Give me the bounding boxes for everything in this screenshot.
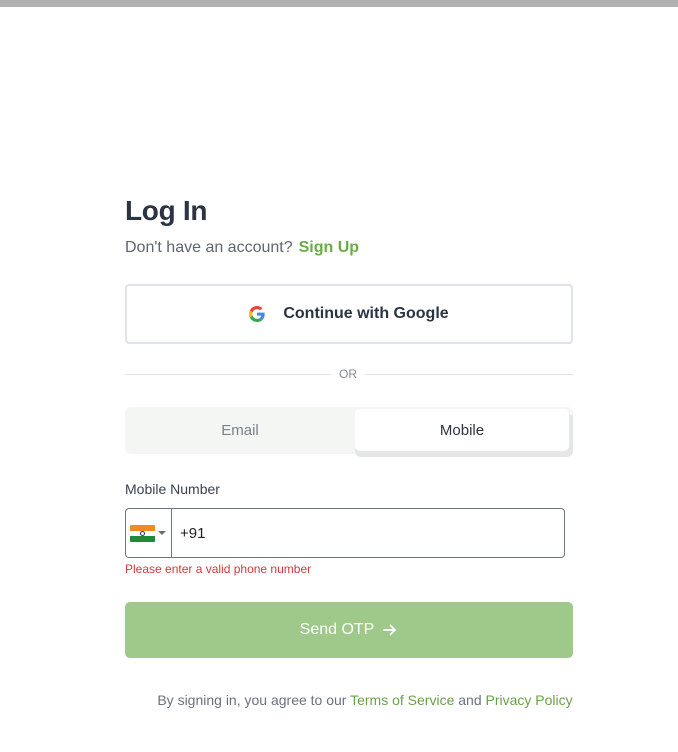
country-code-selector[interactable]	[126, 509, 172, 557]
divider-line-left	[125, 374, 331, 375]
mobile-number-label: Mobile Number	[125, 481, 220, 497]
google-button-label: Continue with Google	[283, 305, 449, 322]
divider-text: OR	[339, 367, 357, 381]
india-flag-icon	[130, 524, 155, 542]
login-method-tabs: Email Mobile	[125, 407, 573, 457]
send-otp-label: Send OTP	[299, 621, 375, 638]
arrow-right-icon	[382, 622, 398, 638]
divider-line-right	[365, 374, 573, 375]
send-otp-button[interactable]: Send OTP	[125, 602, 573, 658]
continue-with-google-button[interactable]: Continue with Google	[125, 284, 573, 344]
privacy-policy-link[interactable]: Privacy Policy	[486, 692, 573, 708]
or-divider: OR	[125, 367, 573, 381]
terms-of-service-link[interactable]: Terms of Service	[350, 692, 454, 708]
terms-and: and	[458, 692, 482, 708]
phone-error-message: Please enter a valid phone number	[125, 562, 312, 576]
mobile-number-input[interactable]	[172, 509, 564, 557]
page-title: Log In	[125, 195, 208, 226]
terms-notice: By signing in, you agree to our Terms of…	[125, 692, 573, 708]
tab-email[interactable]: Email	[125, 407, 355, 454]
signup-link[interactable]: Sign Up	[299, 239, 359, 256]
phone-field	[125, 508, 565, 558]
google-icon	[249, 306, 266, 322]
chevron-down-icon	[158, 531, 166, 535]
signup-row: Don't have an account? Sign Up	[125, 238, 573, 258]
login-form: Log In Don't have an account? Sign Up Con…	[125, 190, 573, 708]
top-bar	[0, 0, 678, 7]
tab-mobile[interactable]: Mobile	[355, 409, 569, 451]
signup-prompt: Don't have an account?	[125, 239, 293, 256]
terms-prefix: By signing in, you agree to our	[157, 692, 347, 708]
